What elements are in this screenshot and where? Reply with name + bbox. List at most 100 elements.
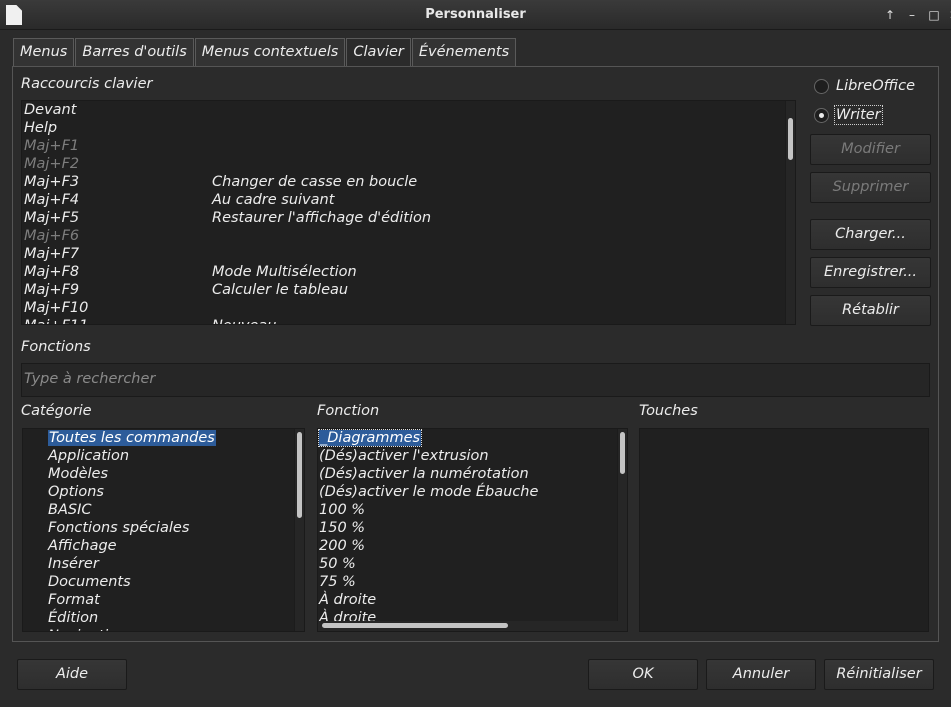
tab-keyboard[interactable]: Clavier <box>346 38 411 68</box>
title-bar: Personnaliser ↑ – □ ✕ <box>0 0 951 30</box>
shortcuts-list[interactable]: Devant Help Maj+F1 Maj+F2 Maj+F3 Changer de c… <box>21 100 796 325</box>
save-button[interactable]: Enregistrer... <box>810 257 931 288</box>
category-item[interactable]: Options <box>48 483 104 501</box>
category-item[interactable]: Navigation <box>48 627 126 631</box>
function-item-label: _Diagrammes <box>318 429 423 447</box>
shortcut-row[interactable]: Maj+F1 <box>22 137 787 155</box>
shortcut-key: Maj+F1 <box>24 138 80 154</box>
shortcut-function: Nouveau <box>212 317 277 324</box>
category-item[interactable]: Toutes les commandes <box>48 429 216 447</box>
shortcut-key: Maj+F7 <box>24 246 80 262</box>
category-item-label: Application <box>48 448 130 464</box>
shortcuts-label: Raccourcis clavier <box>21 76 153 92</box>
shortcut-row[interactable]: Maj+F2 <box>22 155 787 173</box>
radio-libreoffice-circle[interactable] <box>814 78 829 94</box>
shortcut-row[interactable]: Maj+F5 Restaurer l'affichage d'édition <box>22 209 787 227</box>
shortcut-row[interactable]: Maj+F8 Mode Multisélection <box>22 263 787 281</box>
function-item-label: 50 % <box>319 556 356 572</box>
radio-writer-circle[interactable] <box>814 107 829 123</box>
category-item[interactable]: Modèles <box>48 465 108 483</box>
category-item-label: Toutes les commandes <box>48 430 216 446</box>
category-item[interactable]: Affichage <box>48 537 117 555</box>
reinit-button[interactable]: Réinitialiser <box>824 659 934 690</box>
function-item[interactable]: (Dés)activer la numérotation <box>319 465 529 483</box>
category-scroll-thumb[interactable] <box>297 432 302 518</box>
function-item[interactable]: (Dés)activer le mode Ébauche <box>319 483 538 501</box>
tab-menus[interactable]: Menus <box>13 38 75 67</box>
category-item-label: Insérer <box>48 556 99 572</box>
shortcut-row[interactable]: Maj+F10 <box>22 299 787 317</box>
shortcut-row[interactable]: Devant <box>22 101 787 119</box>
category-item-label: Options <box>48 484 104 500</box>
keep-above-icon[interactable]: ↑ <box>881 7 899 23</box>
radio-writer[interactable]: Writer <box>814 105 883 125</box>
load-button[interactable]: Charger... <box>810 219 931 250</box>
tab-context-menus[interactable]: Menus contextuels <box>194 38 346 67</box>
tab-events[interactable]: Événements <box>411 38 517 67</box>
ok-button[interactable]: OK <box>588 659 698 690</box>
function-item[interactable]: 200 % <box>319 537 365 555</box>
category-item-label: Affichage <box>48 538 117 554</box>
function-hscrollbar[interactable] <box>318 621 627 631</box>
function-item[interactable]: _Diagrammes <box>318 429 423 447</box>
category-scrollbar[interactable] <box>294 429 304 631</box>
function-item[interactable]: 100 % <box>319 501 365 519</box>
function-item[interactable]: 75 % <box>319 573 356 591</box>
function-hscroll-thumb[interactable] <box>322 623 508 628</box>
shortcuts-scroll-thumb[interactable] <box>788 118 793 160</box>
function-item-label: 75 % <box>319 574 356 590</box>
keys-list[interactable] <box>639 428 929 632</box>
category-list[interactable]: Toutes les commandes Application Modèles Op… <box>22 428 305 632</box>
category-item[interactable]: Application <box>48 447 129 465</box>
modify-button[interactable]: Modifier <box>810 134 931 165</box>
shortcut-function: Au cadre suivant <box>212 192 335 208</box>
radio-libreoffice-label: LibreOffice <box>836 78 915 94</box>
category-item-label: Fonctions spéciales <box>48 520 190 536</box>
shortcut-key: Maj+F11 <box>24 317 88 324</box>
keyboard-panel: Raccourcis clavier Devant Help Maj+F1 Maj+F… <box>12 66 939 642</box>
shortcut-function: Calculer le tableau <box>212 282 349 298</box>
category-item-label: Navigation <box>48 628 126 631</box>
shortcut-row[interactable]: Maj+F6 <box>22 227 787 245</box>
keys-label: Touches <box>639 403 698 419</box>
category-item[interactable]: Édition <box>48 609 98 627</box>
minimize-icon[interactable]: – <box>903 7 921 23</box>
category-item[interactable]: Insérer <box>48 555 99 573</box>
shortcut-key: Devant <box>24 102 77 118</box>
shortcut-key: Maj+F5 <box>24 210 80 226</box>
tab-toolbars[interactable]: Barres d'outils <box>75 38 194 67</box>
shortcut-row[interactable]: Maj+F4 Au cadre suivant <box>22 191 787 209</box>
category-item-label: BASIC <box>48 502 92 518</box>
category-item[interactable]: Format <box>48 591 100 609</box>
search-input[interactable]: Type à rechercher <box>21 363 930 397</box>
function-item[interactable]: 150 % <box>319 519 365 537</box>
function-list[interactable]: _Diagrammes (Dés)activer l'extrusion (Dés)… <box>317 428 628 632</box>
close-icon[interactable]: ✕ <box>945 7 951 23</box>
category-item[interactable]: Documents <box>48 573 131 591</box>
shortcut-row[interactable]: Help <box>22 119 787 137</box>
shortcut-row[interactable]: Maj+F7 <box>22 245 787 263</box>
shortcut-row[interactable]: Maj+F9 Calculer le tableau <box>22 281 787 299</box>
function-item-label: (Dés)activer l'extrusion <box>319 448 489 464</box>
function-item-label: 150 % <box>319 520 366 536</box>
function-item[interactable]: À droite <box>319 591 376 609</box>
shortcut-row[interactable]: Maj+F11 Nouveau <box>22 317 787 324</box>
radio-libreoffice[interactable]: LibreOffice <box>814 78 915 94</box>
shortcuts-scrollbar[interactable] <box>785 101 795 324</box>
reset-button[interactable]: Rétablir <box>810 295 931 326</box>
function-scrollbar[interactable] <box>617 429 627 623</box>
category-item[interactable]: BASIC <box>48 501 91 519</box>
cancel-button[interactable]: Annuler <box>706 659 816 690</box>
category-item[interactable]: Fonctions spéciales <box>48 519 189 537</box>
function-item[interactable]: 50 % <box>319 555 356 573</box>
function-scroll-thumb[interactable] <box>620 432 625 474</box>
shortcut-row[interactable]: Maj+F3 Changer de casse en boucle <box>22 173 787 191</box>
function-item-label: 100 % <box>319 502 366 518</box>
shortcut-key: Maj+F9 <box>24 282 80 298</box>
help-button[interactable]: Aide <box>17 659 127 690</box>
delete-button[interactable]: Supprimer <box>810 172 931 203</box>
shortcut-function: Changer de casse en boucle <box>212 174 418 190</box>
function-item[interactable]: (Dés)activer l'extrusion <box>319 447 489 465</box>
maximize-icon[interactable]: □ <box>925 7 943 23</box>
category-item-label: Format <box>48 592 100 608</box>
